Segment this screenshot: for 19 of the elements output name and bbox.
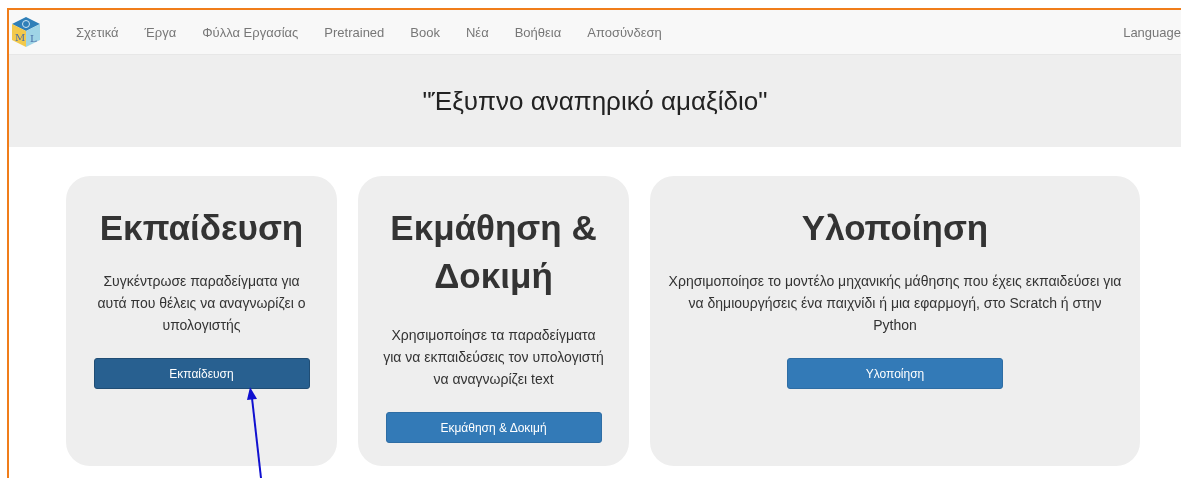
nav-link[interactable]: Σχετικά [63,24,132,40]
card-description: Χρησιμοποίησε το μοντέλο μηχανικής μάθησης που έχεις εκπαιδεύσει για να δημιουργήσεις ένα παιχνίδι ή μια εφαρμογή, στο Scratch ή στην Python [667,272,1123,335]
card-title: Υλοποίηση [801,207,989,249]
card-title: Εκμάθηση & Δοκιμή [389,207,598,297]
nav-link[interactable]: Αποσύνδεση [574,24,675,40]
action-button[interactable]: Εκπαίδευση [93,358,310,389]
language-menu[interactable]: Language [1123,24,1181,40]
nav-link[interactable]: Βοήθεια [501,24,575,40]
card-description: Χρησιμοποίησε τα παραδείγματα για να εκπαιδεύσεις τον υπολογιστή να αναγνωρίζει text [382,326,605,389]
card-title: Εκπαίδευση [99,207,304,249]
nav-link[interactable]: Pretrained [311,24,398,40]
project-title: "Έξυπνο αναπηρικό αμαξίδιο" [422,85,768,117]
action-button[interactable]: Εκμάθηση & Δοκιμή [385,412,602,443]
nav-link[interactable]: Νέα [452,24,502,40]
nav-link[interactable]: Φύλλα Εργασίας [189,24,312,40]
card-description: Συγκέντρωσε παραδείγματα για αυτά που θέλεις να αναγνωρίζει ο υπολογιστής [96,272,307,335]
nav-link[interactable]: Book [397,24,453,40]
action-button[interactable]: Υλοποίηση [787,358,1003,389]
nav-link[interactable]: Έργα [131,24,190,40]
